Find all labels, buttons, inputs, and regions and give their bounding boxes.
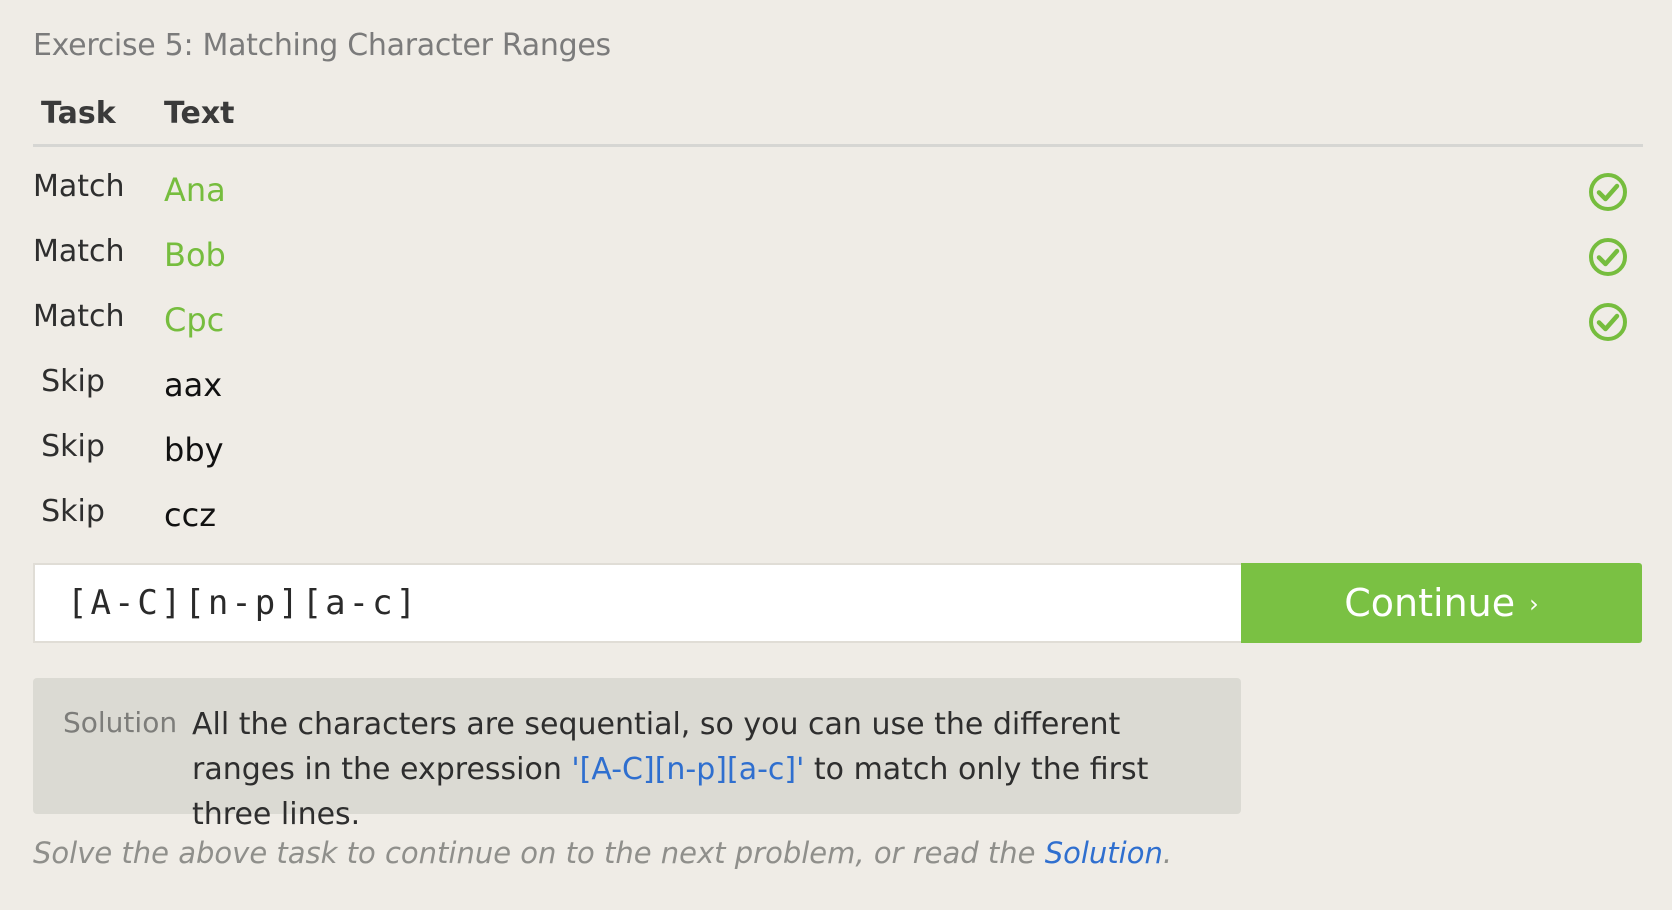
check-icon <box>1589 238 1627 276</box>
solution-label: Solution <box>63 706 178 739</box>
text-cell: Ana <box>164 171 226 209</box>
solution-code: '[A-C][n-p][a-c]' <box>571 752 805 787</box>
solution-box: Solution All the characters are sequenti… <box>33 678 1241 832</box>
task-cell: Skip <box>41 364 105 399</box>
task-cell: Match <box>33 299 125 334</box>
chevron-right-icon: › <box>1529 590 1539 618</box>
check-icon <box>1589 303 1627 341</box>
table-row: Skip aax <box>33 342 1643 407</box>
table-row: Match Cpc <box>33 277 1643 342</box>
table-row: Skip bby <box>33 407 1643 472</box>
task-cell: Match <box>33 234 125 269</box>
table-body: Match Ana Match Bob Match Cpc Skip aax S… <box>33 147 1643 537</box>
text-cell: ccz <box>164 496 216 534</box>
regex-input[interactable] <box>33 563 1241 643</box>
table-row: Match Bob <box>33 212 1643 277</box>
answer-row: Continue › <box>33 563 1642 645</box>
exercise-title: Exercise 5: Matching Character Ranges <box>33 28 611 63</box>
task-cell: Skip <box>41 429 105 464</box>
text-cell: Cpc <box>164 301 225 339</box>
text-cell: aax <box>164 366 223 404</box>
footer-hint: Solve the above task to continue on to t… <box>33 836 1172 870</box>
text-cell: Bob <box>164 236 226 274</box>
text-cell: bby <box>164 431 224 469</box>
task-cell: Match <box>33 169 125 204</box>
task-column-header: Task <box>41 96 116 131</box>
solution-link[interactable]: Solution <box>1045 836 1163 870</box>
table-row: Match Ana <box>33 147 1643 212</box>
task-cell: Skip <box>41 494 105 529</box>
text-column-header: Text <box>164 96 235 131</box>
solution-text: All the characters are sequential, so yo… <box>192 702 1222 837</box>
continue-label: Continue <box>1344 581 1516 625</box>
footer-text-before: Solve the above task to continue on to t… <box>33 836 1045 870</box>
exercise-table: Task Text Match Ana Match Bob Match Cpc … <box>33 88 1643 537</box>
footer-text-after: . <box>1162 836 1173 870</box>
continue-button[interactable]: Continue › <box>1241 563 1642 643</box>
exercise-page: Exercise 5: Matching Character Ranges Ta… <box>0 0 1672 910</box>
table-row: Skip ccz <box>33 472 1643 537</box>
check-icon <box>1589 173 1627 211</box>
table-header: Task Text <box>33 88 1643 147</box>
